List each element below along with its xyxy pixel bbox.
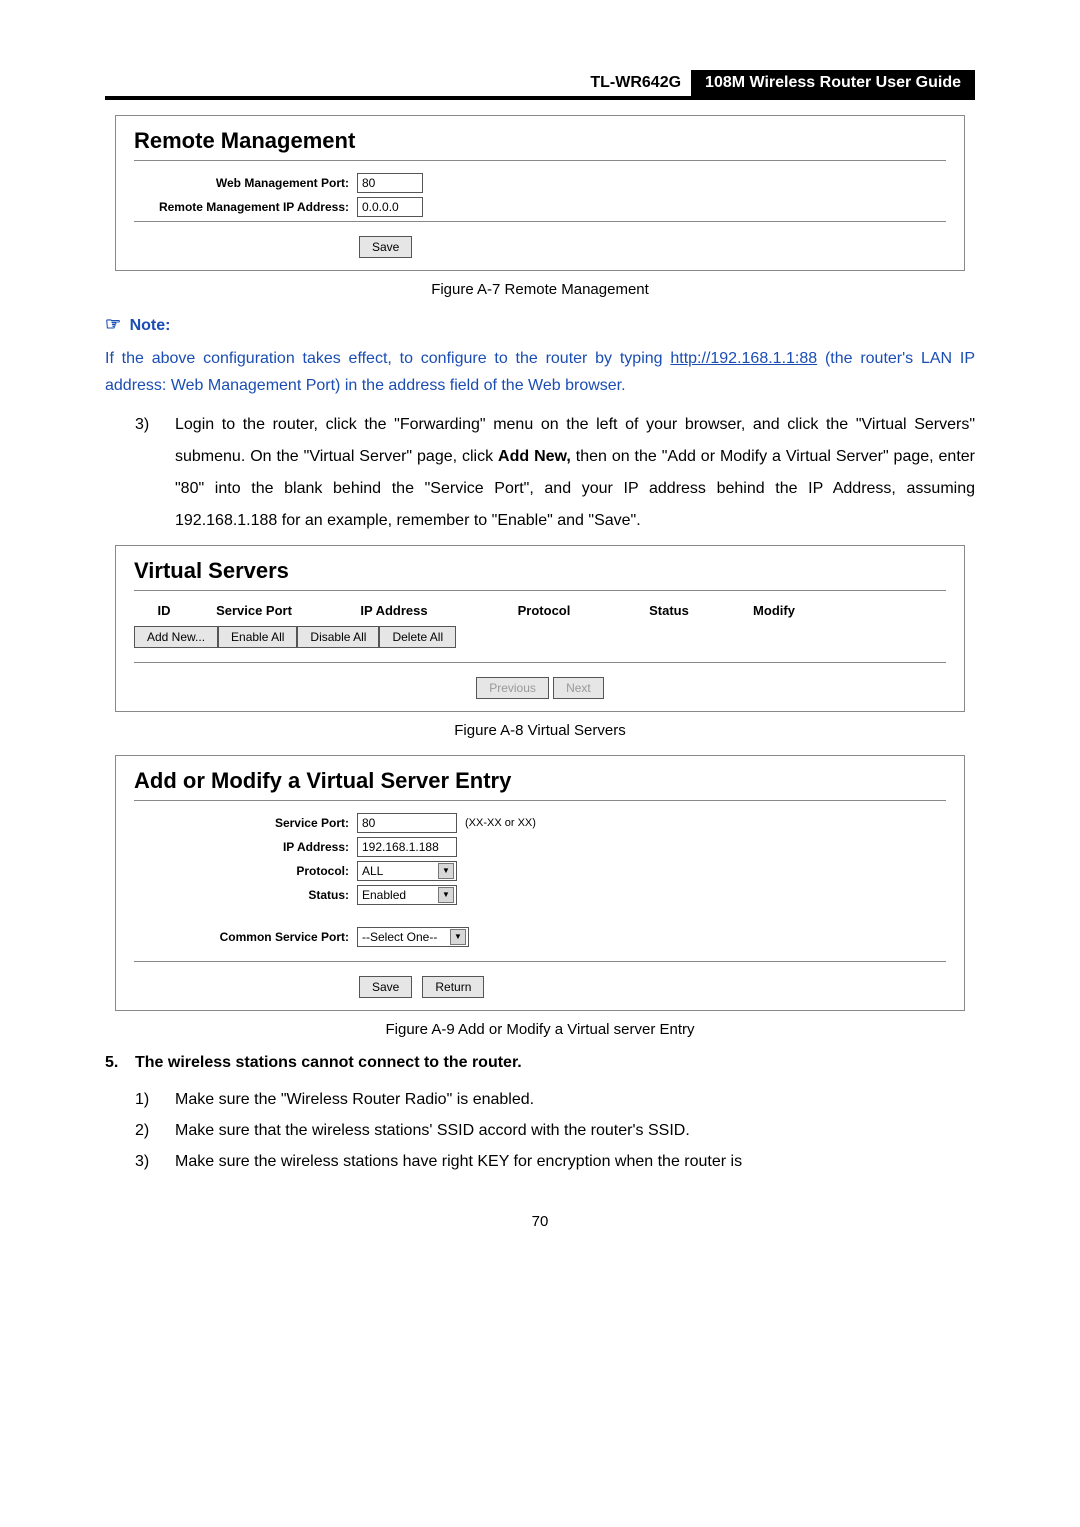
page-header: TL-WR642G 108M Wireless Router User Guid… (105, 70, 975, 100)
delete-all-button[interactable]: Delete All (379, 626, 456, 648)
divider (134, 221, 946, 222)
divider (134, 160, 946, 161)
virtual-servers-panel: Virtual Servers ID Service Port IP Addre… (115, 545, 965, 712)
answer-list: 1) Make sure the "Wireless Router Radio"… (105, 1086, 975, 1176)
note-paragraph: If the above configuration takes effect,… (105, 345, 975, 399)
previous-button[interactable]: Previous (476, 677, 549, 699)
step-3: 3) Login to the router, click the "Forwa… (105, 409, 975, 537)
vs-button-row: Add New... Enable All Disable All Delete… (134, 626, 946, 648)
sub-num: 2) (135, 1117, 175, 1146)
protocol-label: Protocol: (134, 864, 357, 878)
figure-a8-caption: Figure A-8 Virtual Servers (105, 722, 975, 739)
divider (134, 961, 946, 962)
sub-text: Make sure that the wireless stations' SS… (175, 1117, 975, 1146)
enable-all-button[interactable]: Enable All (218, 626, 297, 648)
divider (134, 662, 946, 663)
divider (134, 590, 946, 591)
remote-ip-input[interactable] (357, 197, 423, 217)
ip-address-label: IP Address: (134, 840, 357, 854)
note-label: Note: (130, 317, 171, 334)
service-port-input[interactable] (357, 813, 457, 833)
step-number: 3) (135, 409, 175, 537)
protocol-select[interactable]: ALL ▼ (357, 861, 457, 881)
add-modify-panel: Add or Modify a Virtual Server Entry Ser… (115, 755, 965, 1011)
sub-text: Make sure the wireless stations have rig… (175, 1148, 975, 1177)
common-service-port-select[interactable]: --Select One-- ▼ (357, 927, 469, 947)
add-modify-heading: Add or Modify a Virtual Server Entry (134, 768, 946, 794)
note-heading: ☞ Note: (105, 314, 975, 335)
sub-num: 3) (135, 1148, 175, 1177)
add-new-button[interactable]: Add New... (134, 626, 218, 648)
remote-ip-label: Remote Management IP Address: (134, 200, 357, 214)
virtual-servers-heading: Virtual Servers (134, 558, 946, 584)
vs-table-header: ID Service Port IP Address Protocol Stat… (134, 603, 946, 618)
col-protocol: Protocol (474, 603, 614, 618)
guide-title: 108M Wireless Router User Guide (691, 70, 975, 96)
divider (134, 800, 946, 801)
model-label: TL-WR642G (570, 70, 691, 96)
pointing-hand-icon: ☞ (105, 314, 121, 334)
next-button[interactable]: Next (553, 677, 604, 699)
web-port-input[interactable] (357, 173, 423, 193)
save-button[interactable]: Save (359, 976, 412, 998)
question-5: 5. The wireless stations cannot connect … (105, 1054, 975, 1072)
remote-management-heading: Remote Management (134, 128, 946, 154)
return-button[interactable]: Return (422, 976, 484, 998)
chevron-down-icon: ▼ (438, 887, 454, 903)
page-number: 70 (105, 1213, 975, 1230)
col-id: ID (134, 603, 194, 618)
q5-text: The wireless stations cannot connect to … (135, 1054, 522, 1072)
web-port-label: Web Management Port: (134, 176, 357, 190)
save-button[interactable]: Save (359, 236, 412, 258)
col-ip-address: IP Address (314, 603, 474, 618)
col-modify: Modify (724, 603, 824, 618)
chevron-down-icon: ▼ (438, 863, 454, 879)
ip-address-input[interactable] (357, 837, 457, 857)
q5-number: 5. (105, 1054, 135, 1072)
col-service-port: Service Port (194, 603, 314, 618)
sub-text: Make sure the "Wireless Router Radio" is… (175, 1086, 975, 1115)
remote-management-panel: Remote Management Web Management Port: R… (115, 115, 965, 271)
router-url-link[interactable]: http://192.168.1.1:88 (670, 350, 817, 367)
figure-a9-caption: Figure A-9 Add or Modify a Virtual serve… (105, 1021, 975, 1038)
common-service-port-label: Common Service Port: (134, 930, 357, 944)
sub-num: 1) (135, 1086, 175, 1115)
status-label: Status: (134, 888, 357, 902)
chevron-down-icon: ▼ (450, 929, 466, 945)
service-port-hint: (XX-XX or XX) (465, 817, 536, 829)
disable-all-button[interactable]: Disable All (297, 626, 379, 648)
status-select[interactable]: Enabled ▼ (357, 885, 457, 905)
col-status: Status (614, 603, 724, 618)
figure-a7-caption: Figure A-7 Remote Management (105, 281, 975, 298)
service-port-label: Service Port: (134, 816, 357, 830)
